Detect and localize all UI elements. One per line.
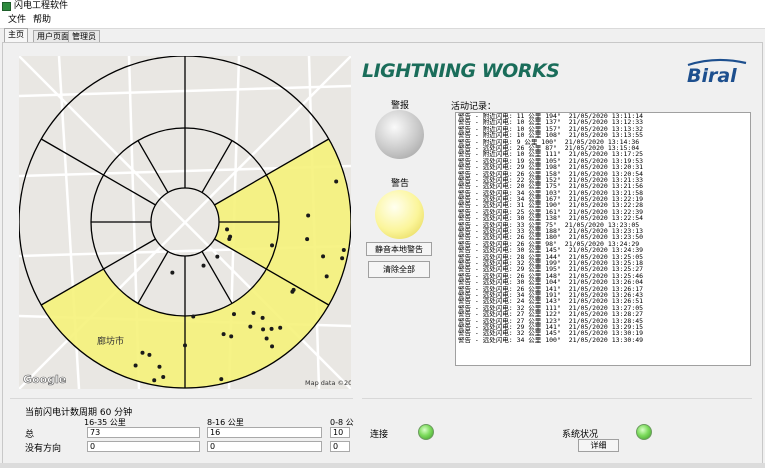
strike-marker (201, 263, 206, 268)
map-place-label: 廊坊市 (97, 335, 124, 347)
strike-marker (305, 237, 310, 242)
strike-marker (183, 343, 187, 348)
strike-marker (248, 324, 253, 329)
warning-label: 警告 (391, 179, 410, 189)
connection-label: 连接 (370, 430, 389, 440)
strike-marker (341, 248, 346, 253)
tab-user-page[interactable]: 用户页面 (33, 30, 73, 42)
strike-marker (157, 364, 162, 369)
strike-marker (231, 312, 236, 317)
title-bar: 闪电工程软件 (0, 0, 765, 13)
strike-marker (270, 344, 275, 349)
tab-admin[interactable]: 管理员 (68, 30, 100, 42)
biral-text: Biral (687, 65, 737, 86)
mute-local-warning-button[interactable]: 静音本地警告 (366, 242, 432, 256)
system-status-led (636, 424, 652, 440)
activity-log-list[interactable]: 警告 - 附近闪电: 11 公里 194° 21/05/2020 13:11:1… (455, 112, 751, 366)
radar-map: 廊坊市 Google Map data ©2020 (19, 56, 351, 389)
total-count-near: 10 (330, 427, 350, 438)
strike-marker (191, 314, 196, 319)
clear-all-button[interactable]: 清除全部 (368, 261, 430, 278)
activity-log-title: 活动记录： (451, 102, 497, 112)
connection-status-led (418, 424, 434, 440)
stats-divider (10, 398, 353, 399)
map-attribution: Map data ©2020 (305, 379, 351, 387)
strike-marker (278, 325, 283, 330)
strike-marker (290, 289, 295, 294)
strike-marker (225, 227, 230, 232)
tab-strip: 主页 用户页面 管理员 (0, 28, 765, 42)
biral-logo: Biral (687, 58, 747, 86)
strike-marker (306, 213, 311, 218)
strike-marker (251, 310, 256, 315)
strike-marker (221, 332, 226, 337)
status-strip (0, 463, 765, 468)
strike-marker (227, 236, 232, 241)
window-title: 闪电工程软件 (14, 1, 69, 11)
no-direction-count-far: 0 (87, 441, 200, 452)
strike-marker (260, 315, 265, 320)
lightning-map[interactable]: 廊坊市 Google Map data ©2020 (19, 56, 351, 389)
warning-indicator-light (375, 190, 424, 239)
total-count-mid: 16 (207, 427, 322, 438)
tab-home[interactable]: 主页 (4, 28, 28, 42)
strike-marker (215, 254, 220, 259)
strike-marker (324, 274, 329, 279)
no-direction-count-mid: 0 (207, 441, 322, 452)
total-count-far: 73 (87, 427, 200, 438)
strike-marker (340, 256, 345, 261)
strike-marker (152, 378, 157, 383)
status-divider (362, 398, 752, 399)
log-entry: 警告 - 远处闪电: 34 公里 100° 21/05/2020 13:30:4… (458, 336, 644, 344)
strike-marker (321, 254, 326, 259)
strike-marker (270, 243, 275, 248)
strike-marker (140, 350, 145, 355)
row-label-no-direction: 没有方向 (25, 444, 62, 454)
strike-marker (261, 327, 266, 332)
alarm-indicator-light (375, 110, 424, 159)
strike-marker (133, 363, 138, 368)
details-button[interactable]: 详细 (578, 439, 619, 452)
lightning-works-logo: LIGHTNING WORKS (362, 60, 560, 82)
menu-file[interactable]: 文件 (6, 14, 28, 27)
no-direction-count-near: 0 (330, 441, 350, 452)
strike-marker (334, 179, 339, 184)
google-logo: Google (23, 373, 66, 386)
strike-marker (219, 377, 224, 382)
strike-marker (147, 352, 152, 357)
strike-marker (170, 270, 175, 275)
strike-marker (264, 336, 269, 341)
menu-help[interactable]: 帮助 (31, 14, 53, 27)
strike-marker (229, 334, 234, 339)
app-icon (2, 2, 11, 11)
strike-marker (161, 374, 166, 379)
menu-bar: 文件 帮助 (0, 13, 765, 29)
strike-marker (269, 326, 274, 331)
row-label-total: 总 (25, 430, 35, 440)
